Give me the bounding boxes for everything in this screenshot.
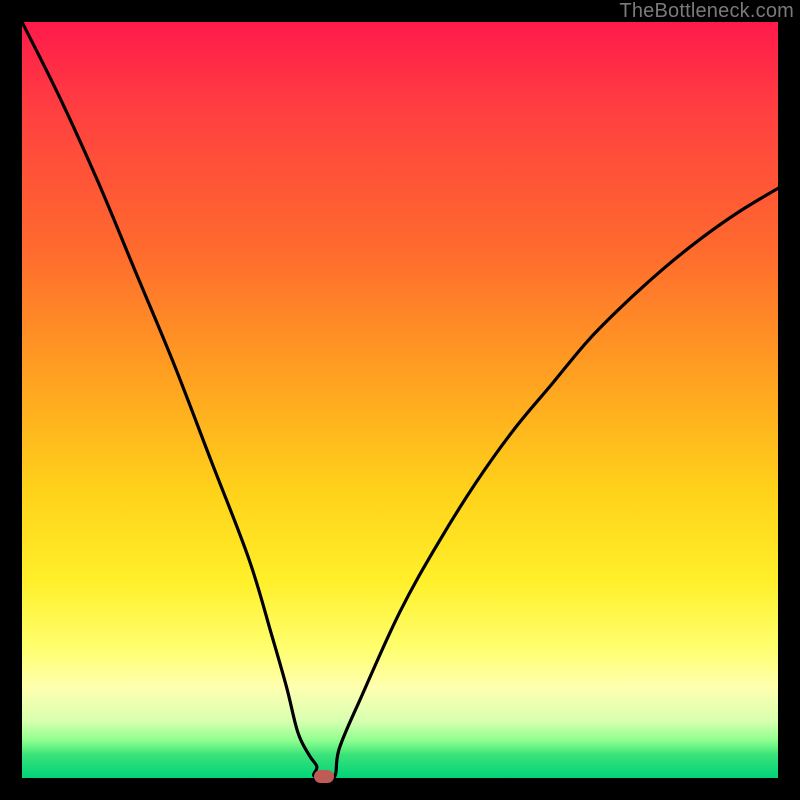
- optimal-point-marker: [314, 770, 334, 783]
- watermark-text: TheBottleneck.com: [619, 0, 794, 23]
- plot-area: [22, 22, 778, 778]
- curve-path: [22, 22, 778, 778]
- chart-stage: TheBottleneck.com: [0, 0, 800, 800]
- bottleneck-curve: [22, 22, 778, 778]
